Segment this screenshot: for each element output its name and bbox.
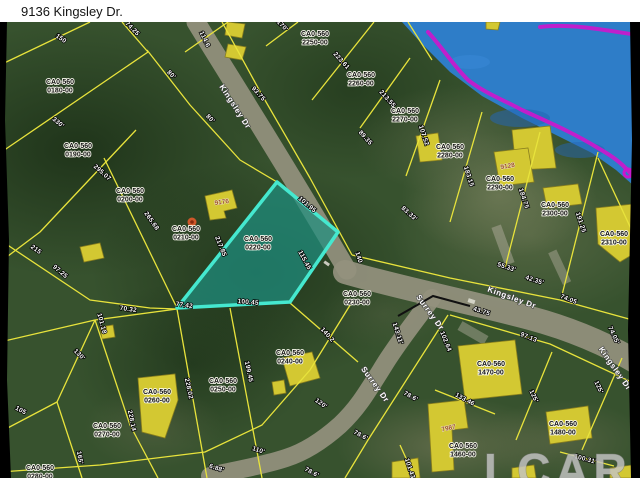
dimension-label: 130' [72, 348, 86, 362]
dimension-label: 110' [251, 445, 266, 456]
dimension-label: 228.14 [126, 410, 137, 432]
building-footprint [80, 243, 104, 262]
parcel-id-label[interactable]: CA0-5600280-00 [26, 465, 54, 478]
selected-parcel-id-label[interactable]: CA0-5600220-00 [244, 236, 272, 252]
dimension-label: 89.35 [357, 129, 374, 147]
dimension-label: 105 [14, 405, 28, 417]
parcel-id-label[interactable]: CA0-5602300-00 [541, 202, 569, 218]
parcel-id-label[interactable]: CA0-5600200-00 [116, 188, 144, 204]
dimension-label: 74.05 [559, 293, 578, 306]
building-footprint [138, 374, 178, 438]
dimension-label: 97.13 [519, 331, 538, 344]
dimension-label: 101.18 [95, 313, 107, 335]
dimension-label: 120' [313, 397, 328, 410]
dimension-label: 265.68 [142, 210, 160, 231]
dimension-label: 184.75 [517, 187, 530, 209]
dimension-label: 330' [51, 116, 66, 130]
title-bar: 9136 Kingsley Dr. [0, 0, 640, 22]
parcel-line [0, 22, 90, 65]
dimension-label: 55.33' [496, 261, 516, 274]
parcel-id-label[interactable]: CA0-5600260-00 [143, 389, 171, 405]
parcel-id-label[interactable]: CA0-5602280-00 [436, 144, 464, 160]
building-footprint [486, 22, 500, 30]
dimension-label: 97.25 [51, 264, 69, 281]
parcel-id-label[interactable]: CA0-5602290-00 [486, 176, 514, 192]
dimension-label: 150 [54, 33, 68, 45]
driveway [548, 249, 571, 285]
parcel-id-label[interactable]: CA0-5600250-00 [209, 378, 237, 394]
dimension-label: 42.35' [524, 274, 544, 287]
parcel-id-label[interactable]: CA0-5600210-00 [172, 226, 200, 242]
parcel-id-label[interactable]: CA0-5602270-00 [391, 108, 419, 124]
map-canvas: 15074.25114.6170'223.6180'80'93.75330'29… [0, 22, 640, 478]
parcel-id-label[interactable]: CA0-5600270-00 [93, 423, 121, 439]
building-footprint [272, 380, 286, 395]
dimension-label: 165' [75, 451, 84, 465]
selected-parcel-label-layer: CA0-5600220-00 [244, 236, 272, 252]
parcel-id-label[interactable]: CA0-5601460-00 [449, 443, 477, 459]
parcel-id-label[interactable]: CA0-5601480-00 [549, 421, 577, 437]
page-title: 9136 Kingsley Dr. [21, 4, 123, 19]
dimension-label: 125' [592, 380, 604, 395]
dimension-label: 215 [29, 244, 43, 256]
map-viewport[interactable]: 15074.25114.6170'223.6180'80'93.75330'29… [0, 22, 640, 478]
dimension-label: 102.64 [438, 330, 452, 352]
image-edge-left [0, 22, 11, 478]
dimension-label: 140 [353, 251, 363, 264]
dimension-label: 170' [275, 22, 289, 33]
parcel-id-label[interactable]: CA0-5602310-00 [600, 231, 628, 247]
dimension-label: 191.25 [574, 211, 587, 233]
dimension-label: 199.45 [243, 361, 254, 383]
building-footprint [225, 22, 245, 38]
parcel-id-label[interactable]: CA0-5600180-00 [46, 79, 74, 95]
dimension-label: 78.6' [402, 390, 419, 403]
building-footprint [428, 400, 468, 472]
parcel-id-label[interactable]: CA0-5602260-00 [347, 72, 375, 88]
parcel-id-label[interactable]: CA0-5600190-00 [64, 143, 92, 159]
parcel-id-label[interactable]: CA0-5602250-00 [301, 31, 329, 47]
dimension-label: 70.32 [119, 305, 137, 314]
parcel-id-label[interactable]: CA0-5600230-00 [343, 291, 371, 307]
dimension-label: 228.02 [183, 378, 194, 400]
dimension-label: 78.6' [303, 466, 320, 478]
dimension-label: 125' [527, 389, 539, 404]
parcel-line [0, 309, 177, 342]
parcel-id-label[interactable]: CA0-5600240-00 [276, 350, 304, 366]
parcel-line [0, 52, 148, 153]
parcel-line [104, 158, 177, 308]
parcel-id-label[interactable]: CA0-5601470-00 [477, 361, 505, 377]
watermark: LCAR [484, 444, 632, 478]
parcel-line [0, 320, 95, 432]
dimension-label: 78.6' [352, 429, 369, 442]
dimension-label: 74.25 [123, 22, 140, 38]
vehicle [323, 260, 330, 266]
dimension-label: 83.33' [400, 205, 419, 223]
dimension-label: 80' [165, 69, 177, 81]
app-window: 9136 Kingsley Dr. [0, 0, 640, 478]
